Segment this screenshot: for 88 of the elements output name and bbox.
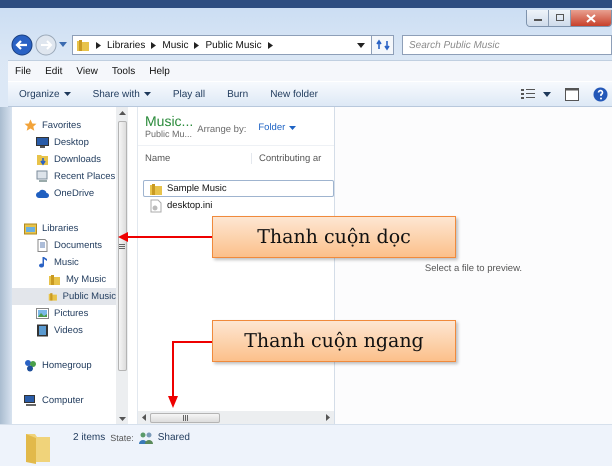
scroll-thumb[interactable] bbox=[150, 412, 220, 422]
library-icon bbox=[24, 222, 37, 235]
arrange-label: Arrange by: bbox=[197, 124, 246, 135]
close-button[interactable] bbox=[571, 10, 611, 26]
menu-item[interactable]: Help bbox=[142, 66, 177, 76]
item-count: 2 items bbox=[73, 432, 106, 443]
state-label: State: bbox=[110, 433, 134, 443]
scroll-up-icon[interactable] bbox=[118, 111, 126, 115]
library-title: Music... bbox=[145, 113, 194, 129]
close-icon bbox=[586, 14, 596, 22]
picture-icon bbox=[36, 307, 49, 320]
preview-message: Select a file to preview. bbox=[424, 263, 522, 275]
nav-item[interactable]: Libraries bbox=[12, 220, 116, 237]
chevron-icon bbox=[194, 42, 200, 48]
toolbar-button[interactable]: Burn bbox=[216, 88, 260, 100]
nav-item[interactable]: Desktop bbox=[12, 134, 116, 151]
breadcrumb-item[interactable]: Public Music bbox=[205, 40, 262, 50]
nav-item[interactable]: Computer bbox=[12, 392, 116, 409]
breadcrumb-item[interactable]: Music bbox=[162, 40, 188, 50]
caret-icon bbox=[289, 126, 296, 130]
computer-icon bbox=[24, 394, 37, 407]
column-header[interactable]: Name bbox=[138, 152, 252, 164]
file-row[interactable]: Sample Music bbox=[143, 180, 334, 197]
nav-item[interactable]: Favorites bbox=[12, 117, 116, 134]
recent-places-icon bbox=[36, 170, 49, 183]
film-icon bbox=[36, 324, 49, 337]
horizontal-scrollbar[interactable] bbox=[138, 411, 334, 424]
nav-item[interactable]: My Music bbox=[12, 271, 116, 288]
maximize-icon bbox=[554, 14, 564, 22]
menu-item[interactable]: View bbox=[69, 66, 105, 76]
refresh-icon bbox=[376, 39, 390, 51]
document-icon bbox=[36, 239, 49, 252]
chevron-icon bbox=[151, 42, 156, 48]
toolbar-button[interactable]: Play all bbox=[162, 88, 216, 100]
nav-item[interactable]: Pictures bbox=[12, 305, 116, 322]
address-bar[interactable]: Libraries Music Public Music bbox=[72, 35, 372, 55]
nav-item[interactable]: Videos bbox=[12, 322, 116, 339]
library-subtitle: Public Mu... bbox=[145, 129, 194, 139]
nav-item[interactable]: Homegroup bbox=[12, 357, 116, 374]
menu-item[interactable]: Edit bbox=[38, 66, 70, 76]
minimize-button[interactable] bbox=[527, 10, 549, 26]
folder-icon bbox=[48, 290, 58, 303]
settings-file-icon bbox=[149, 198, 163, 212]
folder-icon bbox=[149, 182, 163, 196]
folder-icon bbox=[76, 38, 90, 52]
scroll-thumb[interactable] bbox=[118, 121, 126, 371]
menu-item[interactable]: File bbox=[8, 66, 38, 76]
scroll-left-icon[interactable] bbox=[142, 414, 146, 421]
cloud-icon bbox=[36, 187, 49, 200]
nav-item[interactable]: Recent Places bbox=[12, 168, 116, 185]
people-icon bbox=[138, 432, 153, 444]
help-icon[interactable] bbox=[593, 86, 608, 102]
chevron-icon bbox=[268, 42, 273, 48]
arrow bbox=[168, 340, 212, 408]
maximize-button[interactable] bbox=[549, 10, 571, 26]
vertical-scrollbar[interactable] bbox=[116, 107, 128, 424]
nav-item[interactable]: Documents bbox=[12, 237, 116, 254]
nav-item[interactable]: Public Music bbox=[12, 288, 116, 305]
toolbar-button[interactable]: New folder bbox=[259, 88, 330, 100]
callout-label: Thanh cuộn dọc bbox=[212, 216, 456, 258]
toolbar-button[interactable]: Share with bbox=[82, 88, 162, 100]
monitor-icon bbox=[36, 136, 49, 149]
music-note-icon bbox=[36, 256, 49, 269]
breadcrumb-item[interactable]: Libraries bbox=[107, 40, 146, 50]
dropdown-icon[interactable] bbox=[357, 42, 365, 48]
nav-item[interactable]: Music bbox=[12, 254, 116, 271]
view-options-icon[interactable] bbox=[521, 88, 535, 100]
callout-label: Thanh cuộn ngang bbox=[212, 320, 456, 362]
dropdown-icon[interactable] bbox=[543, 92, 551, 96]
scroll-right-icon[interactable] bbox=[326, 414, 330, 421]
column-header[interactable]: Contributing ar bbox=[252, 152, 322, 164]
chevron-icon bbox=[96, 42, 101, 48]
star-icon bbox=[24, 119, 37, 132]
arrange-dropdown[interactable]: Folder bbox=[250, 122, 296, 133]
nav-item[interactable]: OneDrive bbox=[12, 185, 116, 202]
scroll-down-icon[interactable] bbox=[118, 417, 126, 421]
refresh-button[interactable] bbox=[372, 35, 394, 55]
toolbar-button[interactable]: Organize bbox=[8, 88, 82, 100]
file-row[interactable]: desktop.ini bbox=[143, 197, 334, 214]
back-icon[interactable] bbox=[11, 34, 33, 56]
nav-item[interactable]: Downloads bbox=[12, 151, 116, 168]
download-folder-icon bbox=[36, 153, 49, 166]
folder-icon bbox=[48, 273, 61, 286]
state-value: Shared bbox=[158, 432, 190, 443]
search-field[interactable]: Search Public Music bbox=[402, 35, 612, 55]
menu-item[interactable]: Tools bbox=[104, 66, 142, 76]
homegroup-icon bbox=[24, 359, 37, 372]
preview-pane-icon[interactable] bbox=[565, 88, 579, 100]
